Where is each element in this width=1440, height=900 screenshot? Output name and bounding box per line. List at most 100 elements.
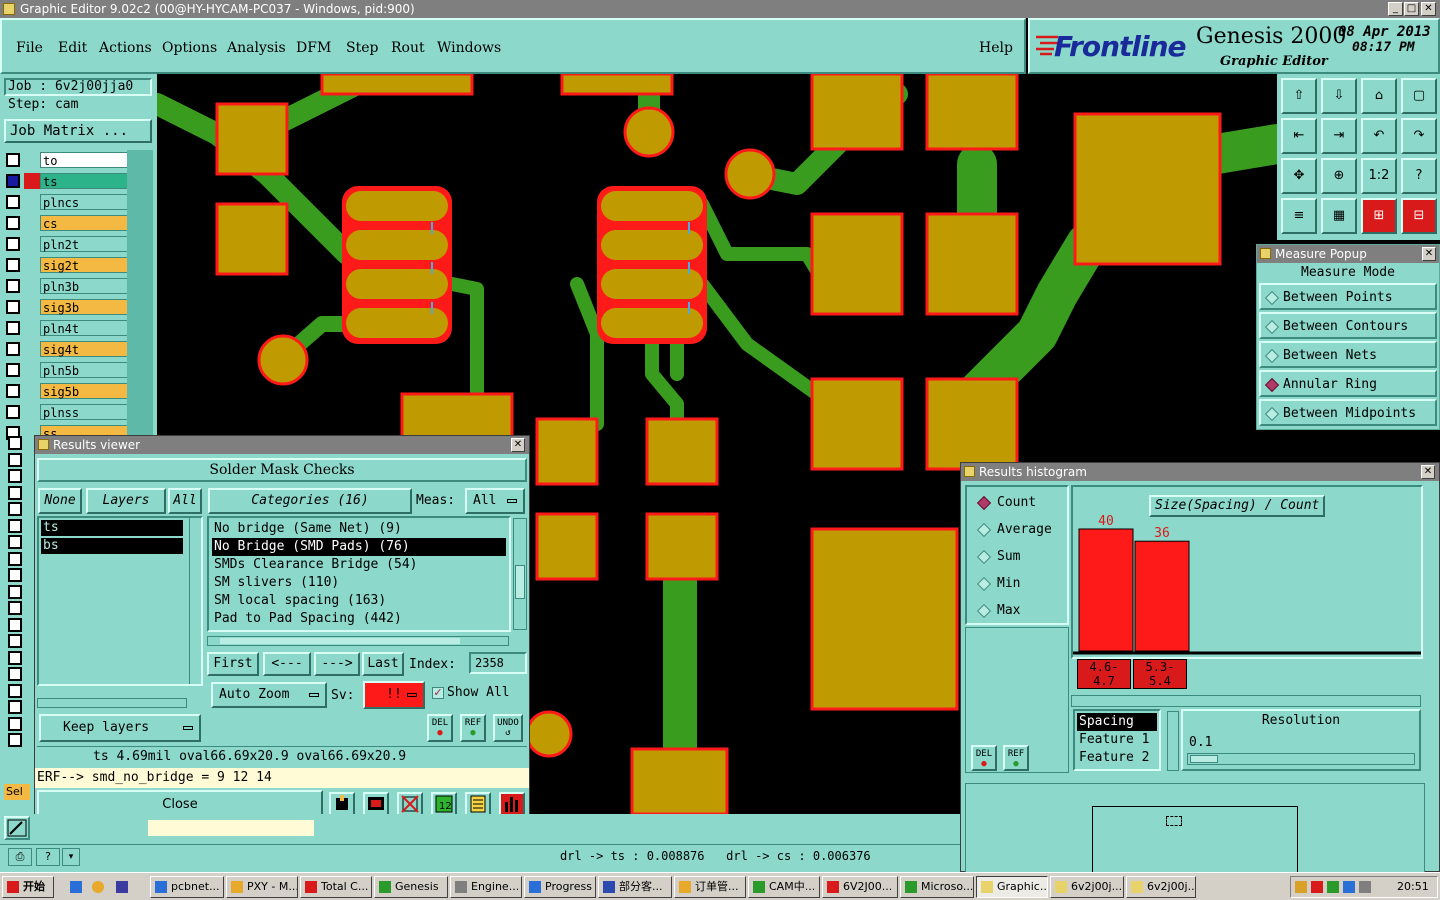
last-button[interactable]: Last	[362, 652, 404, 676]
copper-pad[interactable]	[215, 102, 289, 176]
sv-select[interactable]: !!	[363, 681, 425, 709]
layer-checkbox[interactable]	[8, 601, 22, 615]
center-icon[interactable]: ⊕	[1321, 158, 1357, 194]
del-button[interactable]: DEL ●	[427, 714, 453, 742]
oval-smd-pad[interactable]	[346, 191, 448, 221]
menu-windows[interactable]: Windows	[437, 40, 501, 56]
quicklaunch-icon[interactable]	[70, 881, 82, 893]
meas-select[interactable]: All	[465, 488, 525, 514]
resolution-slider[interactable]	[1187, 753, 1415, 765]
radio-diamond-icon[interactable]	[976, 576, 992, 592]
fit-icon[interactable]: ✥	[1281, 158, 1317, 194]
layer-checkbox[interactable]	[8, 584, 22, 599]
panel-icon[interactable]: ▢	[1401, 78, 1437, 114]
index-input[interactable]: 2358	[469, 652, 527, 674]
select-tool-icon[interactable]	[4, 816, 30, 840]
histogram-field[interactable]: Feature 2	[1077, 749, 1157, 767]
first-button[interactable]: First	[207, 652, 259, 676]
net-a-icon[interactable]: ⊞	[1361, 198, 1397, 234]
histogram-mode-4[interactable]: Max	[973, 599, 1020, 623]
histogram-title-bar[interactable]: Results histogram ✕	[961, 463, 1439, 481]
measure-option-1[interactable]: Between Contours	[1259, 312, 1437, 339]
taskbar-item[interactable]: 6V2J00...	[822, 876, 898, 898]
menu-actions[interactable]: Actions	[99, 40, 152, 56]
copper-pad[interactable]	[535, 417, 599, 486]
categories-hscrollbar[interactable]	[207, 636, 509, 646]
taskbar-item[interactable]: PXY - M...	[226, 876, 298, 898]
tray-icon[interactable]	[1327, 881, 1339, 893]
copper-pad[interactable]	[810, 527, 959, 711]
categories-button[interactable]: Categories (16)	[208, 488, 412, 514]
radio-diamond-icon[interactable]	[976, 522, 992, 538]
layer-checkbox[interactable]	[8, 634, 22, 648]
layer-checkbox[interactable]	[8, 733, 22, 747]
layer-list-hscrollbar[interactable]	[37, 698, 187, 708]
layer-color-swatch[interactable]	[24, 341, 40, 357]
menu-help[interactable]: Help	[979, 40, 1013, 56]
layer-checkbox[interactable]	[6, 237, 20, 251]
layer-checkbox[interactable]	[8, 683, 22, 698]
taskbar-item[interactable]: Graphic...	[976, 876, 1048, 898]
layer-checkbox[interactable]	[8, 452, 22, 467]
layer-row-plnss[interactable]: plnss	[6, 404, 130, 420]
taskbar-item[interactable]: CAM中...	[748, 876, 820, 898]
hist-del-button[interactable]: DEL ●	[971, 745, 997, 771]
menu-dfm[interactable]: DFM	[296, 40, 331, 56]
histogram-bar[interactable]	[1134, 540, 1190, 652]
layer-checkbox[interactable]	[8, 568, 22, 582]
layer-row-sig2t[interactable]: sig2t	[6, 257, 130, 273]
histogram-mode-1[interactable]: Average	[973, 518, 1052, 542]
question-icon[interactable]: ?	[36, 848, 60, 866]
printer-icon[interactable]: ⎙	[8, 848, 32, 866]
all-button[interactable]: All	[168, 488, 202, 514]
copper-pad[interactable]	[645, 417, 719, 486]
home-down-icon[interactable]: ⇩	[1321, 78, 1357, 114]
layer-color-swatch[interactable]	[24, 362, 40, 378]
histogram-field[interactable]: Spacing	[1077, 713, 1157, 731]
taskbar-item[interactable]: Progress	[524, 876, 596, 898]
radio-diamond-icon[interactable]	[976, 603, 992, 619]
layer-color-swatch[interactable]	[24, 404, 40, 420]
help-icon[interactable]: ?	[1401, 158, 1437, 194]
menu-step[interactable]: Step	[346, 40, 378, 56]
measure-option-4[interactable]: Between Midpoints	[1259, 399, 1437, 426]
close-window-button[interactable]: ✕	[1421, 2, 1436, 16]
histogram-field[interactable]: Feature 1	[1077, 731, 1157, 749]
layer-checkbox[interactable]	[6, 174, 20, 188]
category-item[interactable]: Pad to Pad Spacing (442)	[212, 610, 506, 628]
layer-checkbox[interactable]	[8, 469, 22, 483]
oval-smd-pad[interactable]	[601, 191, 703, 221]
category-item[interactable]: SM slivers (110)	[212, 574, 506, 592]
copper-pad[interactable]	[1073, 112, 1222, 266]
measure-title-bar[interactable]: Measure Popup ✕	[1257, 245, 1439, 263]
layer-checkbox[interactable]	[6, 363, 20, 377]
layer-color-swatch[interactable]	[24, 215, 40, 231]
layer-result-list[interactable]: ts bs	[37, 516, 203, 686]
undo-box-icon[interactable]: ↶	[1361, 118, 1397, 154]
layer-row-ts[interactable]: ts	[6, 173, 130, 189]
layer-checkbox[interactable]	[8, 551, 22, 566]
layer-row-pln2t[interactable]: pln2t	[6, 236, 130, 252]
layer-checkbox[interactable]	[6, 405, 20, 419]
auto-zoom-select[interactable]: Auto Zoom	[211, 682, 327, 708]
menu-file[interactable]: File	[16, 40, 43, 56]
keep-layers-select[interactable]: Keep layers	[39, 714, 201, 742]
layer-row-cs[interactable]: cs	[6, 215, 130, 231]
layer-row-sig3b[interactable]: sig3b	[6, 299, 130, 315]
radio-diamond-icon[interactable]	[1264, 319, 1280, 335]
histogram-field-list[interactable]: Spacing Feature 1 Feature 2	[1073, 709, 1161, 771]
oval-smd-pad[interactable]	[601, 230, 703, 260]
ref-button[interactable]: REF ●	[460, 714, 486, 742]
radio-diamond-icon[interactable]	[1264, 406, 1280, 422]
layer-color-swatch[interactable]	[24, 173, 40, 189]
measure-option-0[interactable]: Between Points	[1259, 283, 1437, 310]
category-item[interactable]: No Bridge (SMD Pads) (76)	[212, 538, 506, 556]
measure-option-3[interactable]: Annular Ring	[1259, 370, 1437, 397]
category-item[interactable]: SMDs Clearance Bridge (54)	[212, 556, 506, 574]
taskbar-item[interactable]: pcbnet...	[150, 876, 224, 898]
copper-pad[interactable]	[535, 512, 599, 581]
layer-checkbox[interactable]	[8, 518, 22, 533]
oval-smd-pad[interactable]	[601, 269, 703, 299]
layer-checkbox[interactable]	[8, 502, 22, 516]
show-all-checkbox[interactable]: ✓	[432, 687, 444, 699]
